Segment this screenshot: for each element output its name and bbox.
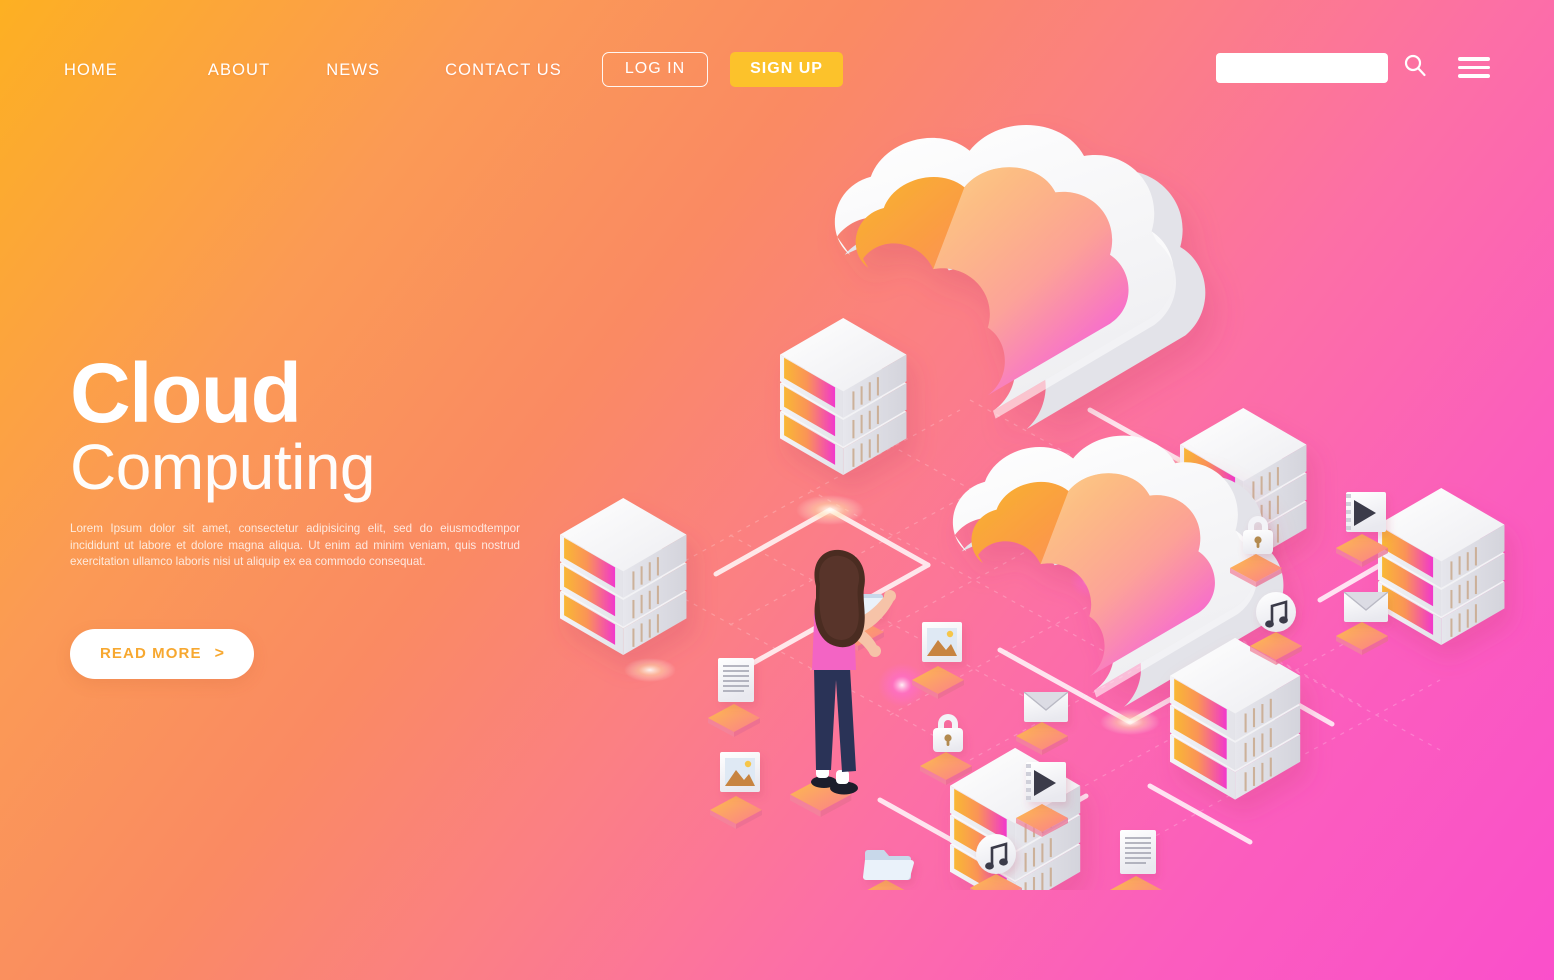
nav-link-news[interactable]: NEWS: [326, 56, 380, 84]
nav-utilities-group: [1216, 52, 1490, 83]
login-button[interactable]: LOG IN: [601, 52, 709, 87]
signup-button[interactable]: SIGN UP: [730, 52, 843, 87]
hamburger-bar: [1458, 74, 1490, 78]
image-icon: [710, 752, 762, 829]
document-icon: [1110, 830, 1162, 890]
nav-link-home[interactable]: HOME: [64, 56, 118, 84]
nav-links-group: HOME ABOUT NEWS CONTACT US LOG IN SIGN U…: [64, 52, 843, 87]
mail-icon: [1016, 691, 1069, 755]
image-icon: [912, 622, 964, 699]
folder-icon: [860, 850, 914, 890]
nav-link-about[interactable]: ABOUT: [208, 56, 270, 84]
cloud-lower: [930, 435, 1377, 707]
landing-page: HOME ABOUT NEWS CONTACT US LOG IN SIGN U…: [0, 0, 1554, 980]
cloud-computing-illustration: [530, 110, 1554, 890]
page-title: Cloud: [70, 346, 302, 440]
server-rack-right: [1376, 486, 1506, 647]
hamburger-menu-icon[interactable]: [1458, 57, 1490, 78]
video-icon: [1336, 492, 1388, 567]
lock-icon: [920, 714, 972, 785]
read-more-label: READ MORE: [100, 645, 202, 663]
document-icon: [708, 658, 760, 737]
hero-section: Cloud Computing Lorem Ipsum dolor sit am…: [70, 346, 610, 679]
hamburger-bar: [1458, 57, 1490, 61]
read-more-button[interactable]: READ MORE >: [70, 628, 254, 679]
search-input[interactable]: [1216, 52, 1388, 83]
hamburger-bar: [1458, 65, 1490, 70]
search-icon[interactable]: [1402, 52, 1428, 83]
top-navigation-bar: HOME ABOUT NEWS CONTACT US LOG IN SIGN U…: [0, 0, 1554, 132]
page-subtitle: Computing: [70, 431, 376, 504]
hero-paragraph: Lorem Ipsum dolor sit amet, consectetur …: [70, 522, 520, 569]
nav-link-contact-us[interactable]: CONTACT US: [445, 56, 562, 84]
chevron-right-icon: >: [214, 644, 224, 662]
server-rack-top-center: [778, 316, 908, 477]
